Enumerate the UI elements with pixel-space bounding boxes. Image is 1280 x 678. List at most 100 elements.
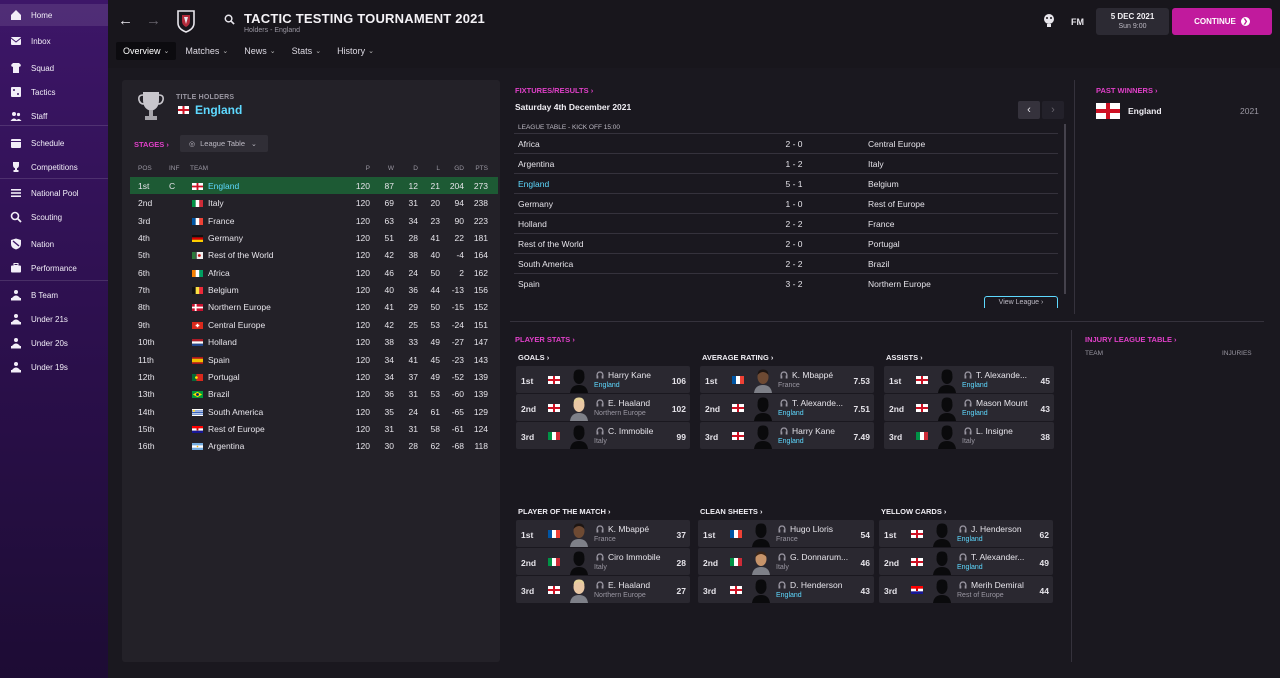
- col-header-pos[interactable]: POS: [138, 165, 152, 172]
- fixture-row[interactable]: Rest of the World 2 - 0 Portugal: [514, 233, 1058, 253]
- col-header-inf[interactable]: INF: [169, 165, 179, 172]
- tab-matches[interactable]: Matches ⌄: [178, 42, 235, 60]
- sidebar-item-under-21s[interactable]: Under 21s: [0, 308, 108, 330]
- table-row[interactable]: 3rd France 120 63 34 23 90 223: [130, 212, 498, 229]
- stat-row[interactable]: 1st T. Alexande... England 45: [884, 366, 1054, 393]
- fixture-away[interactable]: Portugal: [868, 239, 900, 249]
- fixture-row[interactable]: Africa 2 - 0 Central Europe: [514, 133, 1058, 153]
- cell-team[interactable]: Rest of Europe: [208, 424, 265, 434]
- table-row[interactable]: 7th Belgium 120 40 36 44 -13 156: [130, 281, 498, 298]
- cell-team[interactable]: Belgium: [208, 285, 239, 295]
- sidebar-item-tactics[interactable]: Tactics: [0, 81, 108, 103]
- table-row[interactable]: 10th Holland 120 38 33 49 -27 147: [130, 333, 498, 350]
- table-row[interactable]: 8th Northern Europe 120 41 29 50 -15 152: [130, 298, 498, 315]
- view-league-button[interactable]: View League ›: [984, 296, 1058, 308]
- player-name[interactable]: T. Alexande...: [976, 370, 1027, 380]
- player-club[interactable]: France: [594, 536, 616, 543]
- player-club[interactable]: England: [594, 382, 620, 389]
- fixture-row[interactable]: Argentina 1 - 2 Italy: [514, 153, 1058, 173]
- stat-row[interactable]: 3rd D. Henderson England 43: [698, 576, 874, 603]
- table-row[interactable]: 12th Portugal 120 34 37 49 -52 139: [130, 368, 498, 385]
- title-holders-team[interactable]: England: [195, 103, 242, 117]
- col-header-w[interactable]: W: [370, 165, 394, 172]
- fixture-away[interactable]: Belgium: [868, 179, 899, 189]
- player-club[interactable]: Italy: [776, 564, 789, 571]
- table-row[interactable]: 4th Germany 120 51 28 41 22 181: [130, 229, 498, 246]
- player-club[interactable]: Italy: [962, 438, 975, 445]
- fixture-row[interactable]: Spain 3 - 2 Northern Europe: [514, 273, 1058, 293]
- player-name[interactable]: Harry Kane: [608, 370, 651, 380]
- cell-team[interactable]: Portugal: [208, 372, 240, 382]
- stage-dropdown[interactable]: ◎ League Table ⌄: [180, 135, 268, 152]
- fixture-score[interactable]: 2 - 2: [764, 259, 824, 269]
- sidebar-item-scouting[interactable]: Scouting: [0, 206, 108, 228]
- col-header-d[interactable]: D: [394, 165, 418, 172]
- table-row[interactable]: 11th Spain 120 34 41 45 -23 143: [130, 351, 498, 368]
- fixture-home[interactable]: Germany: [518, 199, 553, 209]
- player-stats-link[interactable]: PLAYER STATS ›: [515, 335, 575, 344]
- col-header-p[interactable]: P: [346, 165, 370, 172]
- sidebar-item-national-pool[interactable]: National Pool: [0, 182, 108, 204]
- player-club[interactable]: England: [778, 410, 804, 417]
- player-name[interactable]: J. Henderson: [971, 524, 1022, 534]
- stat-row[interactable]: 3rd L. Insigne Italy 38: [884, 422, 1054, 449]
- player-club[interactable]: Italy: [594, 564, 607, 571]
- sidebar-item-nation[interactable]: Nation: [0, 233, 108, 255]
- player-name[interactable]: Hugo Lloris: [790, 524, 833, 534]
- fm-logo[interactable]: FM: [1071, 17, 1084, 27]
- scrollbar[interactable]: [1064, 124, 1066, 294]
- fixture-home[interactable]: Holland: [518, 219, 547, 229]
- sidebar-item-under-19s[interactable]: Under 19s: [0, 356, 108, 378]
- cell-team[interactable]: France: [208, 216, 234, 226]
- fixture-home[interactable]: Africa: [518, 139, 540, 149]
- fixture-away[interactable]: Italy: [868, 159, 884, 169]
- past-winners-link[interactable]: PAST WINNERS ›: [1096, 86, 1158, 95]
- table-row[interactable]: 5th Rest of the World 120 42 38 40 -4 164: [130, 246, 498, 263]
- cell-team[interactable]: South America: [208, 407, 263, 417]
- fixture-score[interactable]: 1 - 0: [764, 199, 824, 209]
- fixture-home[interactable]: South America: [518, 259, 573, 269]
- table-row[interactable]: 14th South America 120 35 24 61 -65 129: [130, 403, 498, 420]
- fixture-row[interactable]: South America 2 - 2 Brazil: [514, 253, 1058, 273]
- sidebar-item-schedule[interactable]: Schedule: [0, 132, 108, 154]
- stat-row[interactable]: 3rd Merih Demiral Rest of Europe 44: [879, 576, 1053, 603]
- sidebar-item-performance[interactable]: Performance: [0, 257, 108, 279]
- stat-group-title[interactable]: CLEAN SHEETS ›: [700, 507, 763, 516]
- stat-row[interactable]: 1st J. Henderson England 62: [879, 520, 1053, 547]
- tab-overview[interactable]: Overview ⌄: [116, 42, 177, 60]
- fixture-row[interactable]: Holland 2 - 2 France: [514, 213, 1058, 233]
- forward-arrow-icon[interactable]: →: [146, 12, 161, 29]
- player-club[interactable]: Northern Europe: [594, 592, 646, 599]
- col-header-gd[interactable]: GD: [440, 165, 464, 172]
- table-row[interactable]: 15th Rest of Europe 120 31 31 58 -61 124: [130, 420, 498, 437]
- continue-button[interactable]: CONTINUE ❯: [1172, 8, 1272, 35]
- stat-row[interactable]: 1st K. Mbappé France 7.53: [700, 366, 874, 393]
- stat-row[interactable]: 1st Harry Kane England 106: [516, 366, 690, 393]
- player-name[interactable]: E. Haaland: [608, 398, 650, 408]
- player-name[interactable]: T. Alexander...: [971, 552, 1024, 562]
- fixture-home[interactable]: England: [518, 179, 549, 189]
- next-date-button[interactable]: ›: [1042, 101, 1064, 119]
- tab-history[interactable]: History ⌄: [330, 42, 381, 60]
- cell-team[interactable]: Holland: [208, 337, 237, 347]
- sidebar-item-b-team[interactable]: B Team: [0, 284, 108, 306]
- table-row[interactable]: 1st C England 120 87 12 21 204 273: [130, 177, 498, 195]
- table-row[interactable]: 6th Africa 120 46 24 50 2 162: [130, 264, 498, 281]
- sidebar-item-inbox[interactable]: Inbox: [0, 30, 108, 52]
- fixture-home[interactable]: Rest of the World: [518, 239, 584, 249]
- stat-row[interactable]: 2nd T. Alexander... England 49: [879, 548, 1053, 575]
- table-row[interactable]: 16th Argentina 120 30 28 62 -68 118: [130, 437, 498, 454]
- stat-group-title[interactable]: AVERAGE RATING ›: [702, 353, 773, 362]
- search-icon[interactable]: [224, 14, 235, 25]
- fixture-score[interactable]: 1 - 2: [764, 159, 824, 169]
- player-name[interactable]: Mason Mount: [976, 398, 1028, 408]
- player-club[interactable]: England: [778, 438, 804, 445]
- fixture-away[interactable]: Northern Europe: [868, 279, 931, 289]
- cell-team[interactable]: Brazil: [208, 389, 229, 399]
- fixture-score[interactable]: 5 - 1: [764, 179, 824, 189]
- past-winner-team[interactable]: England: [1128, 106, 1162, 116]
- back-arrow-icon[interactable]: ←: [118, 12, 133, 29]
- player-name[interactable]: Ciro Immobile: [608, 552, 660, 562]
- stat-row[interactable]: 2nd E. Haaland Northern Europe 102: [516, 394, 690, 421]
- stat-row[interactable]: 2nd Mason Mount England 43: [884, 394, 1054, 421]
